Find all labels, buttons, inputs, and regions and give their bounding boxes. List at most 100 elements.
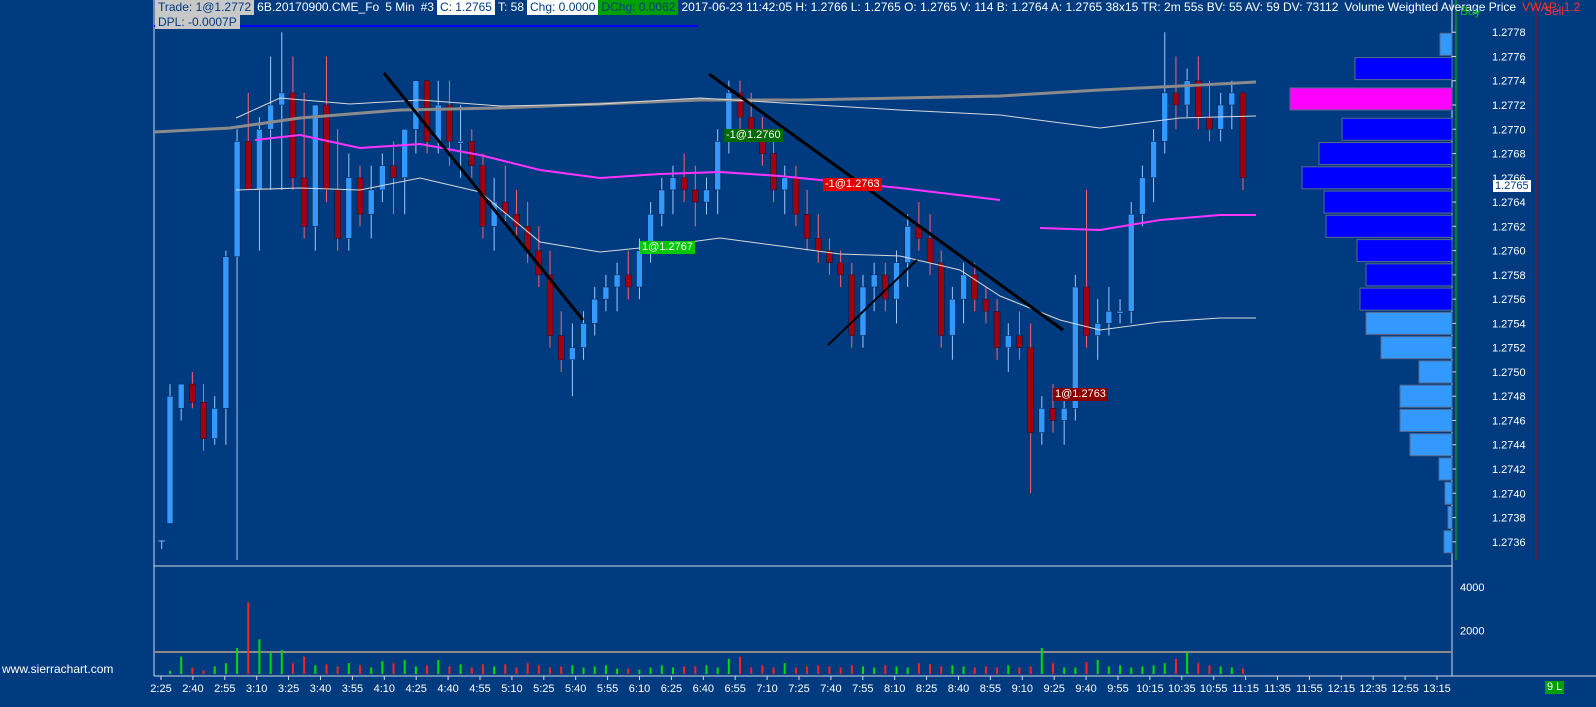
volume-profile-bar <box>1365 311 1453 335</box>
candle-down <box>770 153 777 191</box>
volume-tick-label: 2000 <box>1460 626 1484 638</box>
candle-up <box>669 177 677 191</box>
y-tick-label: 1.2762 <box>1492 221 1526 233</box>
candle-down <box>356 177 364 215</box>
candle-up <box>233 141 241 257</box>
x-tick-label: 10:15 <box>1136 683 1164 695</box>
candle-up <box>1127 213 1135 312</box>
volume-profile-bar <box>1399 408 1453 432</box>
fill-marker-short-2: -1@1.2763 <box>823 178 882 191</box>
candle-down <box>982 298 990 312</box>
x-tick-label: 3:40 <box>310 683 331 695</box>
x-tick-label: 8:25 <box>916 683 937 695</box>
x-tick-label: 4:55 <box>469 683 490 695</box>
volume-profile-bar <box>1399 384 1453 408</box>
candle-down <box>1016 335 1023 348</box>
x-tick-label: 4:10 <box>374 683 395 695</box>
candle-up <box>412 80 420 130</box>
candle-down <box>1049 408 1057 421</box>
interval-label: 5 Min <box>385 0 415 14</box>
volume-profile-bar <box>1444 481 1453 505</box>
trendline-1 <box>382 72 585 321</box>
candle-up <box>1038 408 1046 433</box>
y-tick-label: 1.2752 <box>1492 343 1526 355</box>
candle-up <box>367 189 375 215</box>
candle-up <box>177 383 185 409</box>
x-tick-label: 11:35 <box>1264 683 1291 695</box>
candle-up <box>613 274 621 288</box>
y-tick-label: 1.2748 <box>1492 391 1526 403</box>
candle-down <box>837 262 844 276</box>
x-tick-label: 4:25 <box>405 683 426 695</box>
candle-down <box>244 141 252 191</box>
vwap-line <box>254 133 1001 201</box>
x-tick-label: 7:25 <box>788 683 809 695</box>
x-tick-label: 7:10 <box>756 683 777 695</box>
candle-up <box>222 256 230 409</box>
candle-down <box>1027 347 1034 433</box>
chart-number: #3 <box>420 0 434 14</box>
volume-profile-bar <box>1380 336 1453 360</box>
candle-down <box>502 201 509 215</box>
change-label: Chg: 0.0000 <box>527 0 599 15</box>
candle-up <box>591 298 598 324</box>
x-tick-label: 7:55 <box>852 683 873 695</box>
candle-down <box>300 177 308 227</box>
candle-up <box>267 104 274 130</box>
y-tick-label: 1.2742 <box>1492 464 1526 476</box>
candle-up <box>1161 92 1169 142</box>
ohlc-label: 2017-06-23 11:42:05 H: 1.2766 L: 1.2765 … <box>681 0 1339 14</box>
y-tick-label: 1.2770 <box>1492 124 1526 136</box>
candle-up <box>401 129 408 179</box>
candle-up <box>457 141 464 144</box>
candle-up <box>345 177 353 239</box>
volume-profile-bar <box>1341 117 1453 141</box>
candle-down <box>323 104 330 191</box>
x-tick-label: 3:10 <box>246 683 267 695</box>
y-tick-label: 1.2744 <box>1492 440 1526 452</box>
candle-up <box>1150 141 1157 179</box>
x-tick-label: 2:55 <box>214 683 235 695</box>
candle-up <box>1005 335 1012 348</box>
candle-down <box>815 238 822 251</box>
candle-up <box>949 298 956 336</box>
candle-up <box>569 347 576 361</box>
fill-marker-short-1: -1@1.2760 <box>724 129 783 142</box>
candle-up <box>636 250 643 288</box>
candle-down <box>390 165 397 179</box>
candle-up <box>312 104 319 227</box>
x-tick-label: 9:55 <box>1107 683 1128 695</box>
x-tick-label: 10:35 <box>1168 683 1196 695</box>
lower-band-line <box>235 177 1256 331</box>
x-tick-label: 5:40 <box>565 683 586 695</box>
candle-down <box>848 274 856 336</box>
candle-up <box>278 92 286 106</box>
candle-up <box>1060 408 1068 421</box>
volume-profile-bar <box>1439 32 1453 56</box>
x-tick-label: 13:15 <box>1423 683 1451 695</box>
candle-down <box>803 213 811 239</box>
volume-profile-bar <box>1359 287 1453 311</box>
candle-down <box>926 238 934 263</box>
candle-down <box>1172 92 1180 106</box>
x-tick-label: 11:55 <box>1296 683 1323 695</box>
y-tick-label: 1.2740 <box>1492 488 1526 500</box>
x-tick-label: 8:40 <box>948 683 969 695</box>
volume-profile-bar <box>1443 530 1453 554</box>
close-label: C: 1.2765 <box>436 0 495 15</box>
volume-profile-bar <box>1289 87 1453 111</box>
candle-up <box>703 189 710 203</box>
x-tick-label: 3:25 <box>278 683 299 695</box>
sell-label[interactable]: Sell <box>1544 4 1564 18</box>
y-tick-label: 1.2760 <box>1492 246 1526 258</box>
buy-label[interactable]: Buy <box>1460 4 1481 18</box>
symbol-label: 6B.20170900.CME_Fo <box>257 0 380 14</box>
y-tick-label: 1.2754 <box>1492 318 1526 330</box>
current-price-tag: 1.2765 <box>1493 180 1531 192</box>
candle-up <box>658 189 666 215</box>
x-tick-label: 9:25 <box>1043 683 1064 695</box>
x-tick-label: 6:10 <box>629 683 650 695</box>
candle-down <box>1239 92 1247 179</box>
x-tick-label: 2:25 <box>150 683 171 695</box>
chart-canvas[interactable]: 1.2778 1.2776 1.2774 1.2772 1.2770 1.2768 1.27… <box>0 0 1596 707</box>
